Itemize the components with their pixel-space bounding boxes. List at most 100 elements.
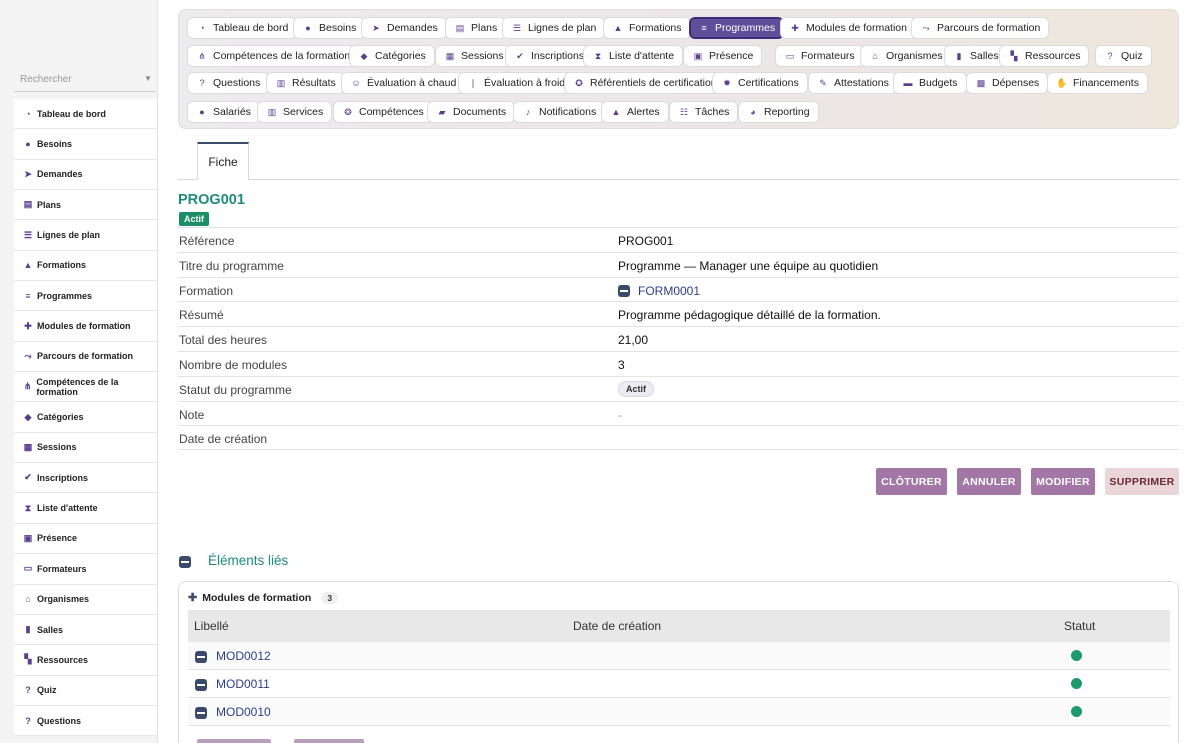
nav-pill[interactable]: ? Quiz	[1095, 45, 1152, 67]
nav-pill[interactable]: ▲ Alertes	[601, 101, 669, 123]
nav-pill[interactable]: ◔ Tableau de bord	[187, 17, 298, 39]
table-row[interactable]: MOD0012	[188, 642, 1170, 670]
nav-pill[interactable]: ? Questions	[187, 72, 270, 94]
col-libelle[interactable]: Libellé	[194, 619, 229, 633]
sidebar-item[interactable]: ▭ Formateurs	[14, 554, 157, 585]
nav-pill[interactable]: ▥ Résultats	[266, 72, 345, 94]
nav-pill[interactable]: ▭ Formateurs	[775, 45, 864, 67]
card-action-button[interactable]	[294, 739, 364, 743]
nav-pill[interactable]: ◕ Reporting	[738, 101, 819, 123]
nav-pill[interactable]: ● Besoins	[293, 17, 366, 39]
sidebar-item[interactable]: ⋔ Compétences de la formation	[14, 372, 157, 403]
sidebar-item[interactable]: ▮ Salles	[14, 615, 157, 646]
sidebar-item[interactable]: ⌂ Organismes	[14, 585, 157, 615]
sidebar-item[interactable]: ▚ Ressources	[14, 645, 157, 676]
sidebar-search-select[interactable]: Rechercher ▼	[14, 66, 156, 92]
sidebar-item-label: Formateurs	[37, 563, 87, 574]
chalkboard-teacher-icon: ▭	[785, 50, 795, 61]
sidebar-item[interactable]: ◔ Tableau de bord	[14, 99, 157, 130]
edit-button[interactable]: MODIFIER	[1031, 468, 1095, 495]
sidebar-item-label: Sessions	[37, 442, 77, 453]
building-columns-icon: ⌂	[872, 51, 878, 61]
nav-pill[interactable]: ✋ Financements	[1047, 72, 1148, 94]
formation-link[interactable]: FORM0001	[638, 284, 700, 298]
nav-pill[interactable]: ▬ Budgets	[893, 72, 967, 94]
poll-icon: ▥	[276, 77, 286, 88]
sidebar-item[interactable]: ⤳ Parcours de formation	[14, 342, 157, 373]
nav-pill[interactable]: ▣ Présence	[683, 45, 763, 67]
nav-pill[interactable]: ⤳ Parcours de formation	[911, 17, 1050, 39]
nav-pill[interactable]: ❂ Compétences	[333, 101, 433, 123]
door-icon: ▮	[956, 50, 962, 61]
nav-pill[interactable]: ▦ Sessions	[435, 45, 513, 67]
module-link[interactable]: MOD0012	[216, 649, 271, 663]
nav-pill[interactable]: ✪ Référentiels de certification	[564, 72, 726, 94]
table-header: Libellé Date de création Statut	[188, 610, 1170, 642]
smile-icon: ☺	[351, 78, 361, 88]
nav-pill[interactable]: ⌂ Organismes	[860, 45, 952, 67]
nav-pill[interactable]: ☷ Tâches	[669, 101, 739, 123]
module-link[interactable]: MOD0010	[216, 705, 271, 719]
link-icon	[179, 556, 191, 568]
network-icon: ⋔	[198, 50, 206, 61]
sidebar-item[interactable]: ▤ Plans	[14, 190, 157, 221]
question-circle-icon: ?	[1107, 51, 1113, 61]
table-row[interactable]: MOD0011	[188, 670, 1170, 698]
caret-down-icon: ▼	[144, 74, 152, 83]
sidebar-item[interactable]: ✔ Inscriptions	[14, 463, 157, 494]
nav-pill[interactable]: ✎ Attestations	[808, 72, 898, 94]
puzzle-icon: ✚	[24, 320, 32, 331]
nav-pill[interactable]: ✚ Modules de formation	[780, 17, 916, 39]
nav-pill[interactable]: ▥ Services	[257, 101, 333, 123]
card-action-button[interactable]	[197, 739, 271, 743]
tab-fiche[interactable]: Fiche	[197, 142, 249, 180]
boxes-icon: ▚	[24, 654, 32, 665]
sidebar-item[interactable]: ▲ Formations	[14, 251, 157, 282]
nav-pill[interactable]: ● Salariés	[187, 101, 260, 123]
nav-pill[interactable]: ▚ Ressources	[999, 45, 1090, 67]
sidebar-item[interactable]: ➤ Demandes	[14, 160, 157, 191]
field-value: -	[618, 407, 622, 422]
sidebar-item-label: Présence	[37, 533, 78, 544]
nav-pill[interactable]: ☺ Évaluation à chaud	[341, 72, 466, 94]
sidebar-item[interactable]: ☰ Lignes de plan	[14, 220, 157, 251]
certificate-icon: ✹	[723, 77, 731, 88]
nav-pill[interactable]: ▩ Dépenses	[966, 72, 1049, 94]
table-row[interactable]: MOD0010	[188, 698, 1170, 726]
field-value-cell: Programme — Manager une équipe au quotid…	[618, 259, 878, 273]
nav-pill[interactable]: ⧗ Liste d'attente	[583, 45, 684, 67]
nav-pill[interactable]: ☰ Lignes de plan	[502, 17, 606, 39]
sidebar-item[interactable]: ? Questions	[14, 706, 157, 737]
sidebar-item[interactable]: ? Quiz	[14, 676, 157, 706]
record-fields: Référence PROG001 Titre du programme Progra…	[178, 227, 1179, 451]
delete-button[interactable]: SUPPRIMER	[1105, 468, 1179, 495]
nav-pill[interactable]: ➤ Demandes	[361, 17, 447, 39]
nav-pill[interactable]: ≡ Programmes	[689, 17, 785, 39]
nav-pill[interactable]: ▤ Plans	[445, 17, 507, 39]
nav-pill[interactable]: ❘ Évaluation à froid	[458, 72, 575, 94]
sidebar-item[interactable]: ⧗ Liste d'attente	[14, 493, 157, 524]
close-button[interactable]: CLÔTURER	[876, 468, 947, 495]
nav-pill[interactable]: ✔ Inscriptions	[505, 45, 594, 67]
cancel-button[interactable]: ANNULER	[957, 468, 1021, 495]
nav-pill-label: Compétences	[359, 106, 424, 118]
sidebar-item[interactable]: ▣ Présence	[14, 524, 157, 555]
sidebar-item[interactable]: ● Besoins	[14, 129, 157, 160]
nav-pill[interactable]: ▰ Documents	[427, 101, 516, 123]
nav-pill[interactable]: ⋔ Compétences de la formation	[187, 45, 360, 67]
sidebar-item[interactable]: ✚ Modules de formation	[14, 311, 157, 342]
nav-pill[interactable]: ♪ Notifications	[513, 101, 606, 123]
status-chip: Actif	[618, 380, 654, 397]
nav-pill-label: Financements	[1073, 77, 1139, 89]
sidebar-item[interactable]: ≡ Programmes	[14, 281, 157, 312]
col-statut[interactable]: Statut	[1064, 619, 1095, 633]
nav-pill[interactable]: ◆ Catégories	[349, 45, 435, 67]
sidebar-item[interactable]: ▦ Sessions	[14, 433, 157, 464]
nav-pill-label: Organismes	[886, 50, 943, 62]
nav-pill[interactable]: ▲ Formations	[603, 17, 691, 39]
field-value: Programme pédagogique détaillé de la for…	[618, 308, 881, 323]
col-date-creation[interactable]: Date de création	[573, 619, 661, 633]
nav-pill[interactable]: ✹ Certifications	[712, 72, 808, 94]
sidebar-item[interactable]: ◆ Catégories	[14, 402, 157, 433]
module-link[interactable]: MOD0011	[216, 677, 270, 691]
